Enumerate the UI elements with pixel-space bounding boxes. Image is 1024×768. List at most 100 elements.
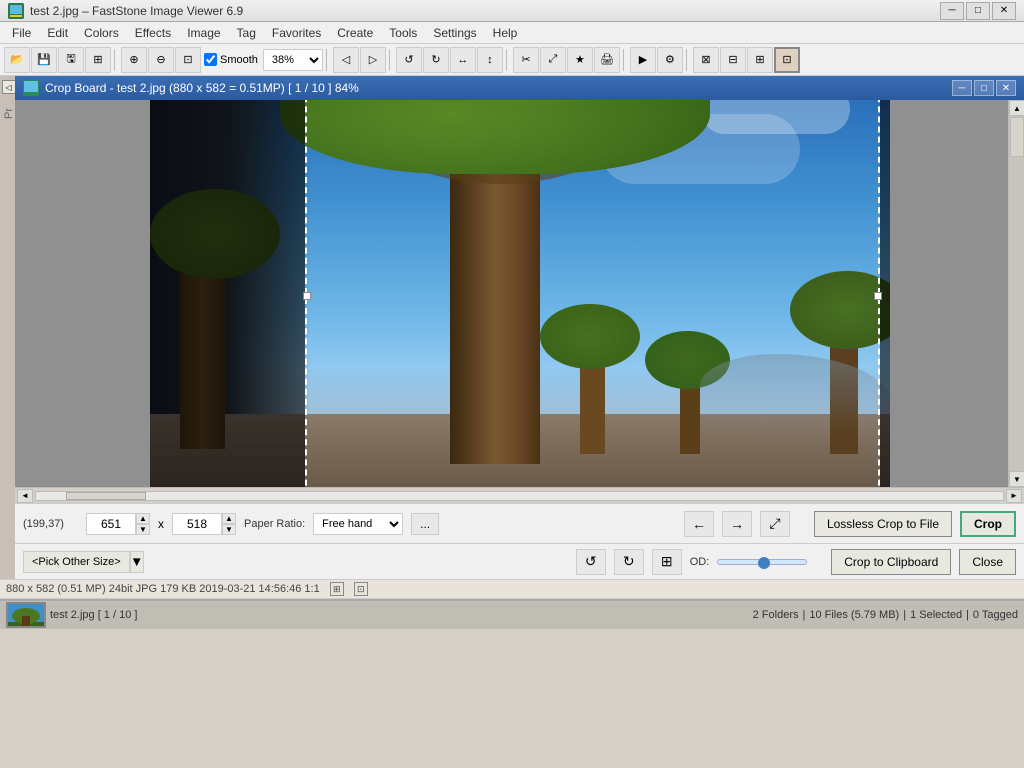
- arrow-left-btn[interactable]: ←: [684, 511, 714, 537]
- zoom-dropdown[interactable]: 38% 50% 100%: [263, 49, 323, 71]
- times-label: x: [158, 517, 164, 531]
- toolbar-browse-btn[interactable]: ⊞: [85, 47, 111, 73]
- maximize-button[interactable]: □: [966, 2, 990, 20]
- menu-file[interactable]: File: [4, 24, 39, 42]
- status-sep2: |: [903, 609, 906, 621]
- toolbar-rotate-right-btn[interactable]: ↻: [423, 47, 449, 73]
- status-sep1: |: [802, 609, 805, 621]
- od-slider[interactable]: [717, 554, 807, 570]
- toolbar-flip-h-btn[interactable]: ↔: [450, 47, 476, 73]
- crop-controls-row2: <Pick Other Size> ▼ ↺ ↻ ⊞ OD: Crop to Cl…: [15, 543, 1024, 579]
- height-input[interactable]: 518: [172, 513, 222, 535]
- menu-effects[interactable]: Effects: [127, 24, 179, 42]
- toolbar: 📂 💾 🖫 ⊞ ⊕ ⊖ ⊡ Smooth 38% 50% 100% ◁ ▷ ↺ …: [0, 44, 1024, 76]
- menu-colors[interactable]: Colors: [76, 24, 127, 42]
- v-scroll-track: [1009, 116, 1024, 471]
- thumbnail[interactable]: [6, 602, 46, 628]
- toolbar-zoom-out-btn[interactable]: ⊖: [148, 47, 174, 73]
- toolbar-open-btn[interactable]: 📂: [4, 47, 30, 73]
- toolbar-print-btn[interactable]: 🖨: [594, 47, 620, 73]
- scroll-down-btn[interactable]: ▼: [1009, 471, 1024, 487]
- status-files: 10 Files (5.79 MB): [809, 609, 899, 621]
- toolbar-zoom-in-btn[interactable]: ⊕: [121, 47, 147, 73]
- paper-ratio-select[interactable]: Free hand 1:1 4:3 16:9 A4: [313, 513, 403, 535]
- toolbar-save-btn[interactable]: 💾: [31, 47, 57, 73]
- menu-create[interactable]: Create: [329, 24, 381, 42]
- toolbar-more1-btn[interactable]: ⊠: [693, 47, 719, 73]
- panel-label[interactable]: Pr: [3, 108, 15, 119]
- crop-minimize-btn[interactable]: ─: [952, 80, 972, 96]
- pick-size-dropdown-btn[interactable]: ▼: [130, 551, 144, 573]
- close-crop-btn[interactable]: Close: [959, 549, 1016, 575]
- width-spin-down[interactable]: ▼: [136, 524, 150, 535]
- cloud4: [700, 100, 850, 134]
- width-input[interactable]: 651: [86, 513, 136, 535]
- toolbar-crop-btn[interactable]: ✂: [513, 47, 539, 73]
- height-spin-up[interactable]: ▲: [222, 513, 236, 524]
- scroll-up-btn[interactable]: ▲: [1009, 100, 1024, 116]
- toolbar-effects-btn[interactable]: ★: [567, 47, 593, 73]
- width-spin-up[interactable]: ▲: [136, 513, 150, 524]
- paper-ratio-label: Paper Ratio:: [244, 518, 305, 530]
- menu-tag[interactable]: Tag: [229, 24, 264, 42]
- toolbar-flip-v-btn[interactable]: ↕: [477, 47, 503, 73]
- h-scroll-thumb[interactable]: [66, 492, 146, 500]
- app-icon: [8, 3, 24, 19]
- lossless-crop-btn[interactable]: Lossless Crop to File: [814, 511, 952, 537]
- main-trunk: [450, 144, 540, 464]
- toolbar-rotate-left-btn[interactable]: ↺: [396, 47, 422, 73]
- od-label: OD:: [690, 556, 710, 568]
- monitor-icon[interactable]: ⊞: [330, 582, 344, 596]
- window-controls: ─ □ ✕: [940, 2, 1016, 20]
- toolbar-save2-btn[interactable]: 🖫: [58, 47, 84, 73]
- pick-size-btn[interactable]: <Pick Other Size>: [23, 551, 130, 573]
- menu-help[interactable]: Help: [485, 24, 526, 42]
- image-file-info: 880 x 582 (0.51 MP) 24bit JPG 179 KB 201…: [6, 583, 320, 595]
- crop-btn[interactable]: Crop: [960, 511, 1016, 537]
- toolbar-more2-btn[interactable]: ⊟: [720, 47, 746, 73]
- taskbar-filename: test 2.jpg [ 1 / 10 ]: [50, 609, 137, 621]
- aspect-icon[interactable]: ⊡: [354, 582, 368, 596]
- resize-icon-btn[interactable]: ⤢: [760, 511, 790, 537]
- toolbar-fit-btn[interactable]: ⊡: [175, 47, 201, 73]
- toolbar-resize-btn[interactable]: ⤢: [540, 47, 566, 73]
- app-title: test 2.jpg – FastStone Image Viewer 6.9: [30, 4, 243, 18]
- toolbar-sep4: [506, 49, 510, 71]
- menu-edit[interactable]: Edit: [39, 24, 76, 42]
- toolbar-prev-btn[interactable]: ◁: [333, 47, 359, 73]
- height-spin-down[interactable]: ▼: [222, 524, 236, 535]
- smooth-checkbox[interactable]: [204, 53, 217, 66]
- grid-btn[interactable]: ⊞: [652, 549, 682, 575]
- crop-title-bar: Crop Board - test 2.jpg (880 x 582 = 0.5…: [15, 76, 1024, 100]
- image-info-bar: 880 x 582 (0.51 MP) 24bit JPG 179 KB 201…: [0, 579, 1024, 599]
- tree3-canopy: [540, 304, 640, 369]
- toolbar-cropframe-btn[interactable]: ⊡: [774, 47, 800, 73]
- v-scrollbar: ▲ ▼: [1008, 100, 1024, 487]
- v-scroll-thumb[interactable]: [1010, 117, 1024, 157]
- toolbar-sep3: [389, 49, 393, 71]
- rotate-left-btn[interactable]: ↺: [576, 549, 606, 575]
- toolbar-sep6: [686, 49, 690, 71]
- minimize-button[interactable]: ─: [940, 2, 964, 20]
- toolbar-settings-btn[interactable]: ⚙: [657, 47, 683, 73]
- toolbar-slideshow-btn[interactable]: ▶: [630, 47, 656, 73]
- menu-settings[interactable]: Settings: [425, 24, 484, 42]
- scroll-left-btn[interactable]: ◄: [17, 489, 33, 503]
- ellipsis-btn[interactable]: ...: [411, 513, 439, 535]
- scroll-right-btn[interactable]: ►: [1006, 489, 1022, 503]
- rotate-right-btn[interactable]: ↻: [614, 549, 644, 575]
- status-sep3: |: [966, 609, 969, 621]
- crop-close-btn[interactable]: ✕: [996, 80, 1016, 96]
- toolbar-more3-btn[interactable]: ⊞: [747, 47, 773, 73]
- arrow-right-btn[interactable]: →: [722, 511, 752, 537]
- tree2-canopy: [150, 189, 280, 279]
- title-bar: test 2.jpg – FastStone Image Viewer 6.9 …: [0, 0, 1024, 22]
- panel-btn[interactable]: ◁: [2, 80, 16, 94]
- crop-clipboard-btn[interactable]: Crop to Clipboard: [831, 549, 951, 575]
- menu-favorites[interactable]: Favorites: [264, 24, 329, 42]
- menu-tools[interactable]: Tools: [381, 24, 425, 42]
- toolbar-next-btn[interactable]: ▷: [360, 47, 386, 73]
- crop-maximize-btn[interactable]: □: [974, 80, 994, 96]
- close-button[interactable]: ✕: [992, 2, 1016, 20]
- menu-image[interactable]: Image: [179, 24, 228, 42]
